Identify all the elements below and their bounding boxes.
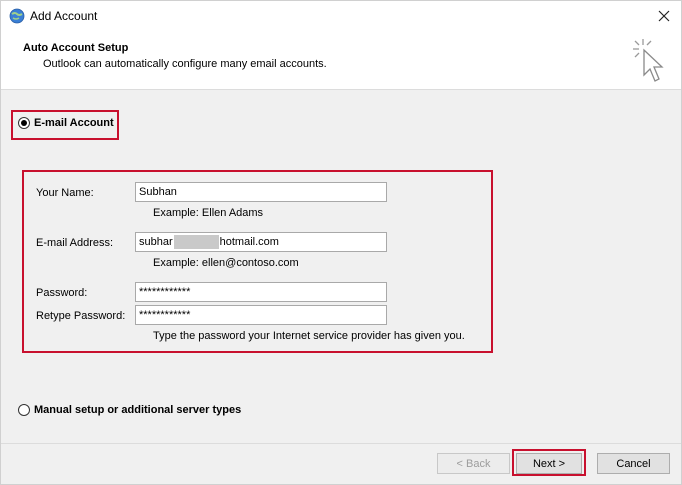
close-icon xyxy=(658,10,670,22)
wizard-header: Auto Account Setup Outlook can automatic… xyxy=(1,31,681,90)
email-address-example: Example: ellen@contoso.com xyxy=(153,257,299,269)
email-address-input[interactable]: subhar hotmail.com xyxy=(135,232,387,252)
email-value-start: subhar xyxy=(139,235,173,248)
email-address-label: E-mail Address: xyxy=(36,237,114,249)
your-name-label: Your Name: xyxy=(36,187,94,199)
password-hint: Type the password your Internet service … xyxy=(153,330,465,342)
footer-divider xyxy=(1,443,681,444)
manual-setup-radio[interactable] xyxy=(18,404,30,416)
add-account-dialog: Add Account Auto Account Setup Outlook c… xyxy=(0,0,682,485)
retype-password-input[interactable]: ************ xyxy=(135,305,387,325)
manual-setup-label[interactable]: Manual setup or additional server types xyxy=(34,404,241,416)
password-label: Password: xyxy=(36,287,88,299)
password-input[interactable]: ************ xyxy=(135,282,387,302)
email-value-end: hotmail.com xyxy=(219,235,279,248)
cursor-sparkle-icon xyxy=(629,37,669,85)
your-name-input[interactable]: Subhan xyxy=(135,182,387,202)
email-account-label[interactable]: E-mail Account xyxy=(34,117,114,129)
back-button[interactable]: < Back xyxy=(437,453,510,474)
redacted-block xyxy=(173,235,219,249)
page-title: Auto Account Setup xyxy=(23,42,129,54)
page-subtitle: Outlook can automatically configure many… xyxy=(43,58,327,70)
retype-password-label: Retype Password: xyxy=(36,310,126,322)
close-button[interactable] xyxy=(647,1,681,31)
your-name-example: Example: Ellen Adams xyxy=(153,207,264,219)
radio-selected-dot xyxy=(21,120,27,126)
email-account-radio[interactable] xyxy=(18,117,30,129)
next-button[interactable]: Next > xyxy=(516,453,582,474)
title-bar: Add Account xyxy=(1,1,681,31)
globe-icon xyxy=(9,8,25,24)
cancel-button[interactable]: Cancel xyxy=(597,453,670,474)
window-title: Add Account xyxy=(30,9,98,23)
